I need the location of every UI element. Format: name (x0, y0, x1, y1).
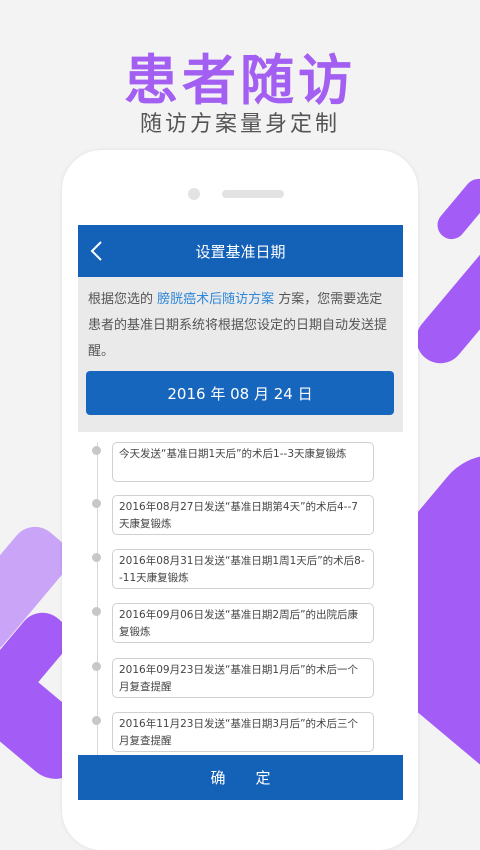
intro-text-before: 根据您选的 (88, 292, 158, 307)
timeline-bubble: 2016年08月27日发送“基准日期第4天”的术后4--7天康复锻炼 (112, 495, 374, 535)
date-picker-button[interactable]: 2016 年 08 月 24 日 (86, 371, 394, 415)
speaker-icon (222, 190, 284, 198)
intro-section: 根据您选的 膀胱癌术后随访方案 方案，您需要选定患者的基准日期系统将根据您设定的… (78, 277, 403, 432)
top-bar: 设置基准日期 (78, 225, 403, 277)
chevron-left-icon[interactable] (86, 239, 110, 263)
camera-icon (188, 188, 200, 200)
promo-title: 患者随访 (124, 49, 356, 112)
plan-link[interactable]: 膀胱癌术后随访方案 (157, 292, 274, 307)
timeline: 今天发送“基准日期1天后”的术后1--3天康复锻炼 2016年08月27日发送“… (78, 432, 403, 762)
timeline-bubble: 2016年11月23日发送“基准日期3月后”的术后三个月复查提醒 (112, 712, 374, 752)
app-screen: 设置基准日期 根据您选的 膀胱癌术后随访方案 方案，您需要选定患者的基准日期系统… (78, 225, 403, 800)
timeline-dot (92, 553, 101, 562)
timeline-bubble: 2016年08月31日发送“基准日期1周1天后”的术后8--11天康复锻炼 (112, 549, 374, 589)
timeline-bubble: 2016年09月06日发送“基准日期2周后”的出院后康复锻炼 (112, 603, 374, 643)
page-title: 设置基准日期 (195, 242, 286, 261)
promo-subtitle: 随访方案量身定制 (139, 112, 340, 137)
timeline-dot (92, 662, 101, 671)
timeline-item: 2016年09月23日发送“基准日期1月后”的术后一个月复查提醒 (78, 658, 403, 708)
timeline-item: 2016年08月27日发送“基准日期第4天”的术后4--7天康复锻炼 (78, 495, 403, 545)
timeline-dot (92, 499, 101, 508)
timeline-dot (92, 716, 101, 725)
timeline-item: 2016年09月06日发送“基准日期2周后”的出院后康复锻炼 (78, 603, 403, 653)
intro-text: 根据您选的 膀胱癌术后随访方案 方案，您需要选定患者的基准日期系统将根据您设定的… (88, 287, 394, 365)
decorative-stripe (431, 173, 480, 245)
timeline-dot (92, 607, 101, 616)
confirm-button[interactable]: 确定 (78, 755, 403, 800)
timeline-dot (92, 446, 101, 455)
timeline-item: 今天发送“基准日期1天后”的术后1--3天康复锻炼 (78, 442, 403, 492)
timeline-bubble: 2016年09月23日发送“基准日期1月后”的术后一个月复查提醒 (112, 658, 374, 698)
timeline-item: 2016年08月31日发送“基准日期1周1天后”的术后8--11天康复锻炼 (78, 549, 403, 599)
timeline-bubble: 今天发送“基准日期1天后”的术后1--3天康复锻炼 (112, 442, 374, 482)
